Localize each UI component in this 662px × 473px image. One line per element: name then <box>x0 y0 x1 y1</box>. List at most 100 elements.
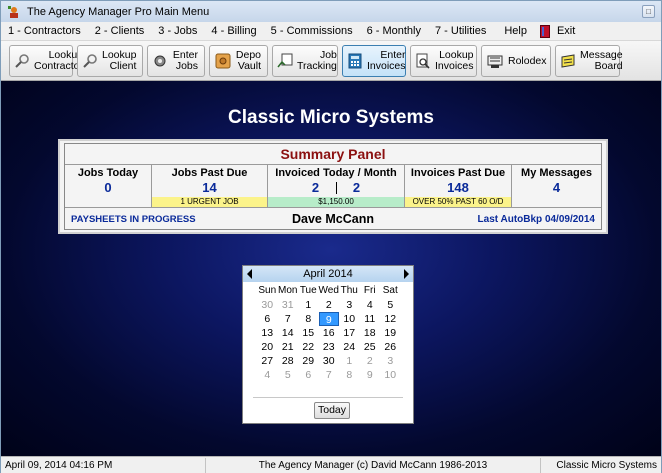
calendar-day[interactable]: 11 <box>360 312 381 326</box>
title-bar: The Agency Manager Pro Main Menu □ <box>1 1 661 22</box>
calendar-day[interactable]: 18 <box>360 326 381 340</box>
enter-invoices-button[interactable]: Enter Invoices <box>342 44 406 77</box>
calendar-day[interactable]: 30 <box>257 298 278 312</box>
calendar-day[interactable]: 15 <box>298 326 319 340</box>
jobs-past-due[interactable]: Jobs Past Due 14 1 URGENT JOB <box>152 165 268 207</box>
calendar-day[interactable]: 29 <box>298 354 319 368</box>
my-messages[interactable]: My Messages 4 <box>512 165 601 207</box>
jobs-past-due-label: Jobs Past Due <box>171 167 248 179</box>
calendar-header: April 2014 <box>243 266 413 282</box>
menu-jobs[interactable]: 3 - Jobs <box>151 25 204 37</box>
calendar-day[interactable]: 1 <box>298 298 319 312</box>
jobs-past-due-value: 14 <box>202 180 217 195</box>
calendar-day[interactable]: 19 <box>380 326 401 340</box>
message-board-icon <box>560 52 576 70</box>
calendar-day[interactable]: 7 <box>319 368 340 382</box>
menu-bar: 1 - Contractors 2 - Clients 3 - Jobs 4 -… <box>1 22 661 41</box>
menu-exit[interactable]: Exit <box>550 25 582 37</box>
calendar-day[interactable]: 31 <box>278 298 299 312</box>
calendar-day[interactable]: 2 <box>360 354 381 368</box>
weekday-label: Sun <box>258 285 277 296</box>
calendar-day[interactable]: 13 <box>257 326 278 340</box>
menu-contractors[interactable]: 1 - Contractors <box>1 25 88 37</box>
calendar-day[interactable]: 14 <box>278 326 299 340</box>
menu-help[interactable]: Help <box>497 25 534 37</box>
calendar-day[interactable]: 26 <box>380 340 401 354</box>
calendar-day[interactable]: 20 <box>257 340 278 354</box>
calendar-day[interactable]: 21 <box>278 340 299 354</box>
menu-billing[interactable]: 4 - Billing <box>204 25 263 37</box>
magnifier-icon <box>14 52 30 70</box>
calendar-week: 13 14 15 16 17 18 19 <box>257 326 401 340</box>
calendar-day[interactable]: 5 <box>278 368 299 382</box>
calendar-day[interactable]: 27 <box>257 354 278 368</box>
menu-utilities[interactable]: 7 - Utilities <box>428 25 493 37</box>
calendar-day[interactable]: 8 <box>339 368 360 382</box>
lookup-client-button[interactable]: Lookup Client <box>77 44 143 77</box>
calendar-week: 20 21 22 23 24 25 26 <box>257 340 401 354</box>
calendar-day[interactable]: 22 <box>298 340 319 354</box>
calendar-day[interactable]: 2 <box>319 298 340 312</box>
lookup-invoices-button[interactable]: Lookup Invoices <box>410 44 477 77</box>
calendar-day[interactable]: 6 <box>298 368 319 382</box>
urgent-job-note: 1 URGENT JOB <box>152 197 267 207</box>
weekday-label: Sat <box>382 285 398 296</box>
invoiced-today-month[interactable]: Invoiced Today / Month 2 2 $1,150.00 <box>268 165 405 207</box>
toolbar-label: Tracking <box>297 59 337 72</box>
calendar-day[interactable]: 17 <box>339 326 360 340</box>
jobs-today[interactable]: Jobs Today 0 <box>65 165 152 207</box>
calendar-day[interactable]: 1 <box>339 354 360 368</box>
menu-monthly[interactable]: 6 - Monthly <box>360 25 428 37</box>
job-tracking-button[interactable]: Job Tracking <box>272 44 338 77</box>
magnifier-icon <box>82 52 98 70</box>
calendar-day[interactable]: 16 <box>319 326 340 340</box>
calendar-day[interactable]: 4 <box>257 368 278 382</box>
calendar-week: 6 7 8 9 10 11 12 <box>257 312 401 326</box>
calendar-day-selected[interactable]: 9 <box>318 312 339 326</box>
invoices-past-due[interactable]: Invoices Past Due 148 OVER 50% PAST 60 O… <box>405 165 512 207</box>
calendar-day[interactable]: 23 <box>319 340 340 354</box>
weekday-label: Mon <box>278 285 298 296</box>
calendar-day[interactable]: 3 <box>339 298 360 312</box>
vault-icon <box>214 52 232 70</box>
app-logo-icon <box>7 5 21 19</box>
next-month-icon[interactable] <box>404 269 409 279</box>
calendar-day[interactable]: 6 <box>257 312 278 326</box>
exit-book-icon[interactable] <box>539 24 550 38</box>
calendar-day[interactable]: 3 <box>380 354 401 368</box>
calendar-day[interactable]: 28 <box>278 354 299 368</box>
toolbar-label: Contractor <box>34 59 84 72</box>
today-button[interactable]: Today <box>314 402 350 419</box>
calendar-day[interactable]: 5 <box>380 298 401 312</box>
toolbar-label: Jobs <box>175 59 198 72</box>
depo-vault-button[interactable]: Depo Vault <box>209 44 268 77</box>
paysheets-in-progress[interactable]: PAYSHEETS IN PROGRESS <box>71 214 196 225</box>
invoices-past-due-label: Invoices Past Due <box>410 167 506 179</box>
menu-clients[interactable]: 2 - Clients <box>88 25 152 37</box>
calendar-week: 30 31 1 2 3 4 5 <box>257 298 401 312</box>
prev-month-icon[interactable] <box>247 269 252 279</box>
calendar-day[interactable]: 12 <box>380 312 401 326</box>
document-search-icon <box>415 52 431 70</box>
calendar-day[interactable]: 4 <box>360 298 381 312</box>
message-board-button[interactable]: Message Board <box>555 44 623 77</box>
calendar-day[interactable]: 10 <box>339 312 360 326</box>
invoiced-label: Invoiced Today / Month <box>275 167 397 179</box>
rolodex-button[interactable]: Rolodex <box>481 44 551 77</box>
lookup-contractor-button[interactable]: Lookup Contractor <box>9 44 83 77</box>
my-messages-label: My Messages <box>521 167 592 179</box>
invoices-past-due-value: 148 <box>447 180 469 195</box>
calendar-day[interactable]: 7 <box>278 312 299 326</box>
panel-title: Summary Panel <box>280 146 386 162</box>
calendar-day[interactable]: 9 <box>360 368 381 382</box>
calendar-day[interactable]: 24 <box>339 340 360 354</box>
calendar-day[interactable]: 10 <box>380 368 401 382</box>
calendar-day[interactable]: 8 <box>298 312 319 326</box>
weekday-label: Fri <box>363 285 376 296</box>
calendar-week: 4 5 6 7 8 9 10 <box>257 368 401 382</box>
calendar-day[interactable]: 30 <box>319 354 340 368</box>
minimize-button[interactable]: □ <box>642 5 655 18</box>
calendar-day[interactable]: 25 <box>360 340 381 354</box>
enter-jobs-button[interactable]: Enter Jobs <box>147 44 205 77</box>
menu-commissions[interactable]: 5 - Commissions <box>264 25 360 37</box>
